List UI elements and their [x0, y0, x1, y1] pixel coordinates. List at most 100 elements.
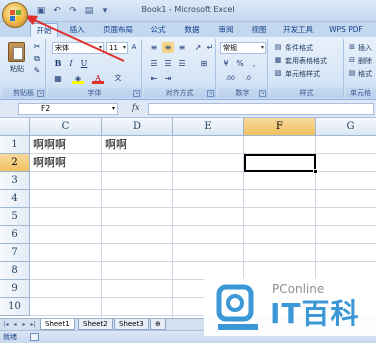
number-launcher-icon[interactable]: ↘: [259, 90, 266, 97]
font-size-value: 11: [109, 44, 118, 52]
italic-icon[interactable]: I: [65, 58, 77, 69]
row-header-5[interactable]: 5: [0, 208, 30, 226]
column-header-g[interactable]: G: [316, 118, 376, 136]
row-header-4[interactable]: 4: [0, 190, 30, 208]
phonetic-icon[interactable]: 文: [112, 73, 124, 84]
merge-center-icon[interactable]: ⊞: [198, 58, 210, 69]
tab-view[interactable]: 视图: [247, 23, 271, 37]
paste-button[interactable]: 粘贴: [6, 41, 28, 77]
tab-developer[interactable]: 开发工具: [280, 23, 316, 37]
tab-page-layout[interactable]: 页面布局: [97, 23, 139, 37]
insert-sheet-icon[interactable]: ⊕: [150, 319, 166, 330]
tab-formulas[interactable]: 公式: [146, 23, 170, 37]
conditional-format-icon: ▤: [274, 43, 282, 51]
copy-icon[interactable]: ⧉: [31, 53, 43, 64]
gridline: [30, 189, 376, 190]
font-name-combo[interactable]: 宋体 ▾: [52, 42, 104, 54]
conditional-format-button[interactable]: 条件格式: [285, 43, 313, 53]
next-sheet-icon[interactable]: ▸: [20, 320, 28, 329]
cell-c2[interactable]: 啊啊啊: [31, 154, 66, 171]
align-bottom-icon[interactable]: ≡: [176, 42, 188, 53]
align-middle-icon[interactable]: ≡: [162, 42, 174, 53]
comma-style-icon[interactable]: ,: [248, 58, 260, 69]
last-sheet-icon[interactable]: ▸|: [29, 320, 37, 329]
name-box[interactable]: F2 ▾: [18, 103, 118, 115]
prev-sheet-icon[interactable]: ◂: [11, 320, 19, 329]
fill-handle[interactable]: [313, 169, 318, 174]
row-header-8[interactable]: 8: [0, 262, 30, 280]
decrease-decimal-icon[interactable]: .0: [242, 73, 254, 84]
sheet-tab-sheet3[interactable]: Sheet3: [114, 319, 149, 330]
tab-home[interactable]: 开始: [30, 23, 58, 37]
chevron-down-icon: ▾: [111, 105, 115, 112]
underline-icon[interactable]: U: [78, 58, 90, 69]
column-header-e[interactable]: E: [173, 118, 244, 136]
insert-function-icon[interactable]: fx: [132, 103, 139, 112]
tab-insert[interactable]: 插入: [64, 23, 90, 37]
fill-color-icon[interactable]: ◈: [72, 73, 84, 84]
tab-data[interactable]: 数据: [180, 23, 204, 37]
font-color-icon[interactable]: A: [92, 73, 104, 84]
bold-icon[interactable]: B: [52, 58, 64, 69]
cells-group-label: 单元格: [346, 88, 376, 98]
tab-wps-pdf[interactable]: WPS PDF: [326, 23, 366, 37]
clipboard-launcher-icon[interactable]: ↘: [37, 90, 44, 97]
wrap-text-icon[interactable]: ↵: [204, 42, 216, 53]
percent-icon[interactable]: %: [234, 58, 246, 69]
format-cells-button[interactable]: 格式: [358, 69, 372, 79]
decrease-indent-icon[interactable]: ⇤: [148, 73, 160, 84]
delete-cells-button[interactable]: 删除: [358, 56, 372, 66]
gridline: [172, 136, 173, 318]
cell-c1[interactable]: 啊啊啊: [31, 136, 66, 153]
increase-indent-icon[interactable]: ⇥: [162, 73, 174, 84]
ribbon: 粘贴 ✂ ⧉ ✎ 剪贴板 ↘ 宋体 ▾ 11 ▾ A B I U ▦ ◈ A 文…: [0, 37, 376, 100]
row-header-7[interactable]: 7: [0, 244, 30, 262]
watermark-brand: PConline: [272, 282, 325, 296]
column-header-c[interactable]: C: [30, 118, 102, 136]
row-header-9[interactable]: 9: [0, 280, 30, 298]
orientation-icon[interactable]: ↗: [192, 42, 204, 53]
office-button[interactable]: [2, 2, 28, 28]
row-header-1[interactable]: 1: [0, 136, 30, 154]
row-header-6[interactable]: 6: [0, 226, 30, 244]
font-group-label: 字体: [48, 88, 141, 98]
select-all-corner[interactable]: [0, 118, 30, 136]
macro-record-icon[interactable]: [30, 333, 39, 341]
number-format-combo[interactable]: 常规 ▾: [220, 42, 266, 54]
cut-icon[interactable]: ✂: [31, 41, 43, 52]
column-header-f[interactable]: F: [244, 118, 316, 136]
window-title: Book1 - Microsoft Excel: [141, 5, 235, 14]
row-header-2[interactable]: 2: [0, 154, 30, 172]
alignment-launcher-icon[interactable]: ↘: [207, 90, 214, 97]
sheet-tab-sheet2[interactable]: Sheet2: [78, 319, 113, 330]
align-center-icon[interactable]: ☰: [162, 58, 174, 69]
gridline: [101, 136, 102, 318]
row-header-3[interactable]: 3: [0, 172, 30, 190]
align-top-icon[interactable]: ≡: [148, 42, 160, 53]
font-size-combo[interactable]: 11 ▾: [106, 42, 128, 54]
pconline-logo-icon: [216, 284, 258, 330]
borders-icon[interactable]: ▦: [52, 73, 64, 84]
align-left-icon[interactable]: ☰: [148, 58, 160, 69]
paste-label: 粘贴: [10, 65, 24, 73]
align-right-icon[interactable]: ☰: [176, 58, 188, 69]
increase-decimal-icon[interactable]: .00: [224, 73, 236, 84]
currency-icon[interactable]: ¥: [220, 58, 232, 69]
insert-cells-button[interactable]: 插入: [358, 43, 372, 53]
formula-input[interactable]: [148, 103, 374, 115]
tab-review[interactable]: 审阅: [214, 23, 238, 37]
group-clipboard: 粘贴 ✂ ⧉ ✎ 剪贴板 ↘: [2, 39, 46, 98]
table-format-button[interactable]: 套用表格格式: [285, 56, 327, 66]
grow-font-icon[interactable]: A: [128, 42, 140, 53]
watermark-title: IT百科: [270, 297, 360, 330]
cell-d1[interactable]: 啊啊: [103, 136, 127, 153]
sheet-tab-sheet1[interactable]: Sheet1: [40, 319, 75, 330]
gridline: [30, 171, 376, 172]
column-header-d[interactable]: D: [102, 118, 173, 136]
format-painter-icon[interactable]: ✎: [31, 65, 43, 76]
first-sheet-icon[interactable]: |◂: [2, 320, 10, 329]
cell-styles-button[interactable]: 单元格样式: [285, 69, 320, 79]
row-header-10[interactable]: 10: [0, 298, 30, 316]
font-launcher-icon[interactable]: ↘: [133, 90, 140, 97]
active-cell-f2[interactable]: [244, 154, 316, 172]
